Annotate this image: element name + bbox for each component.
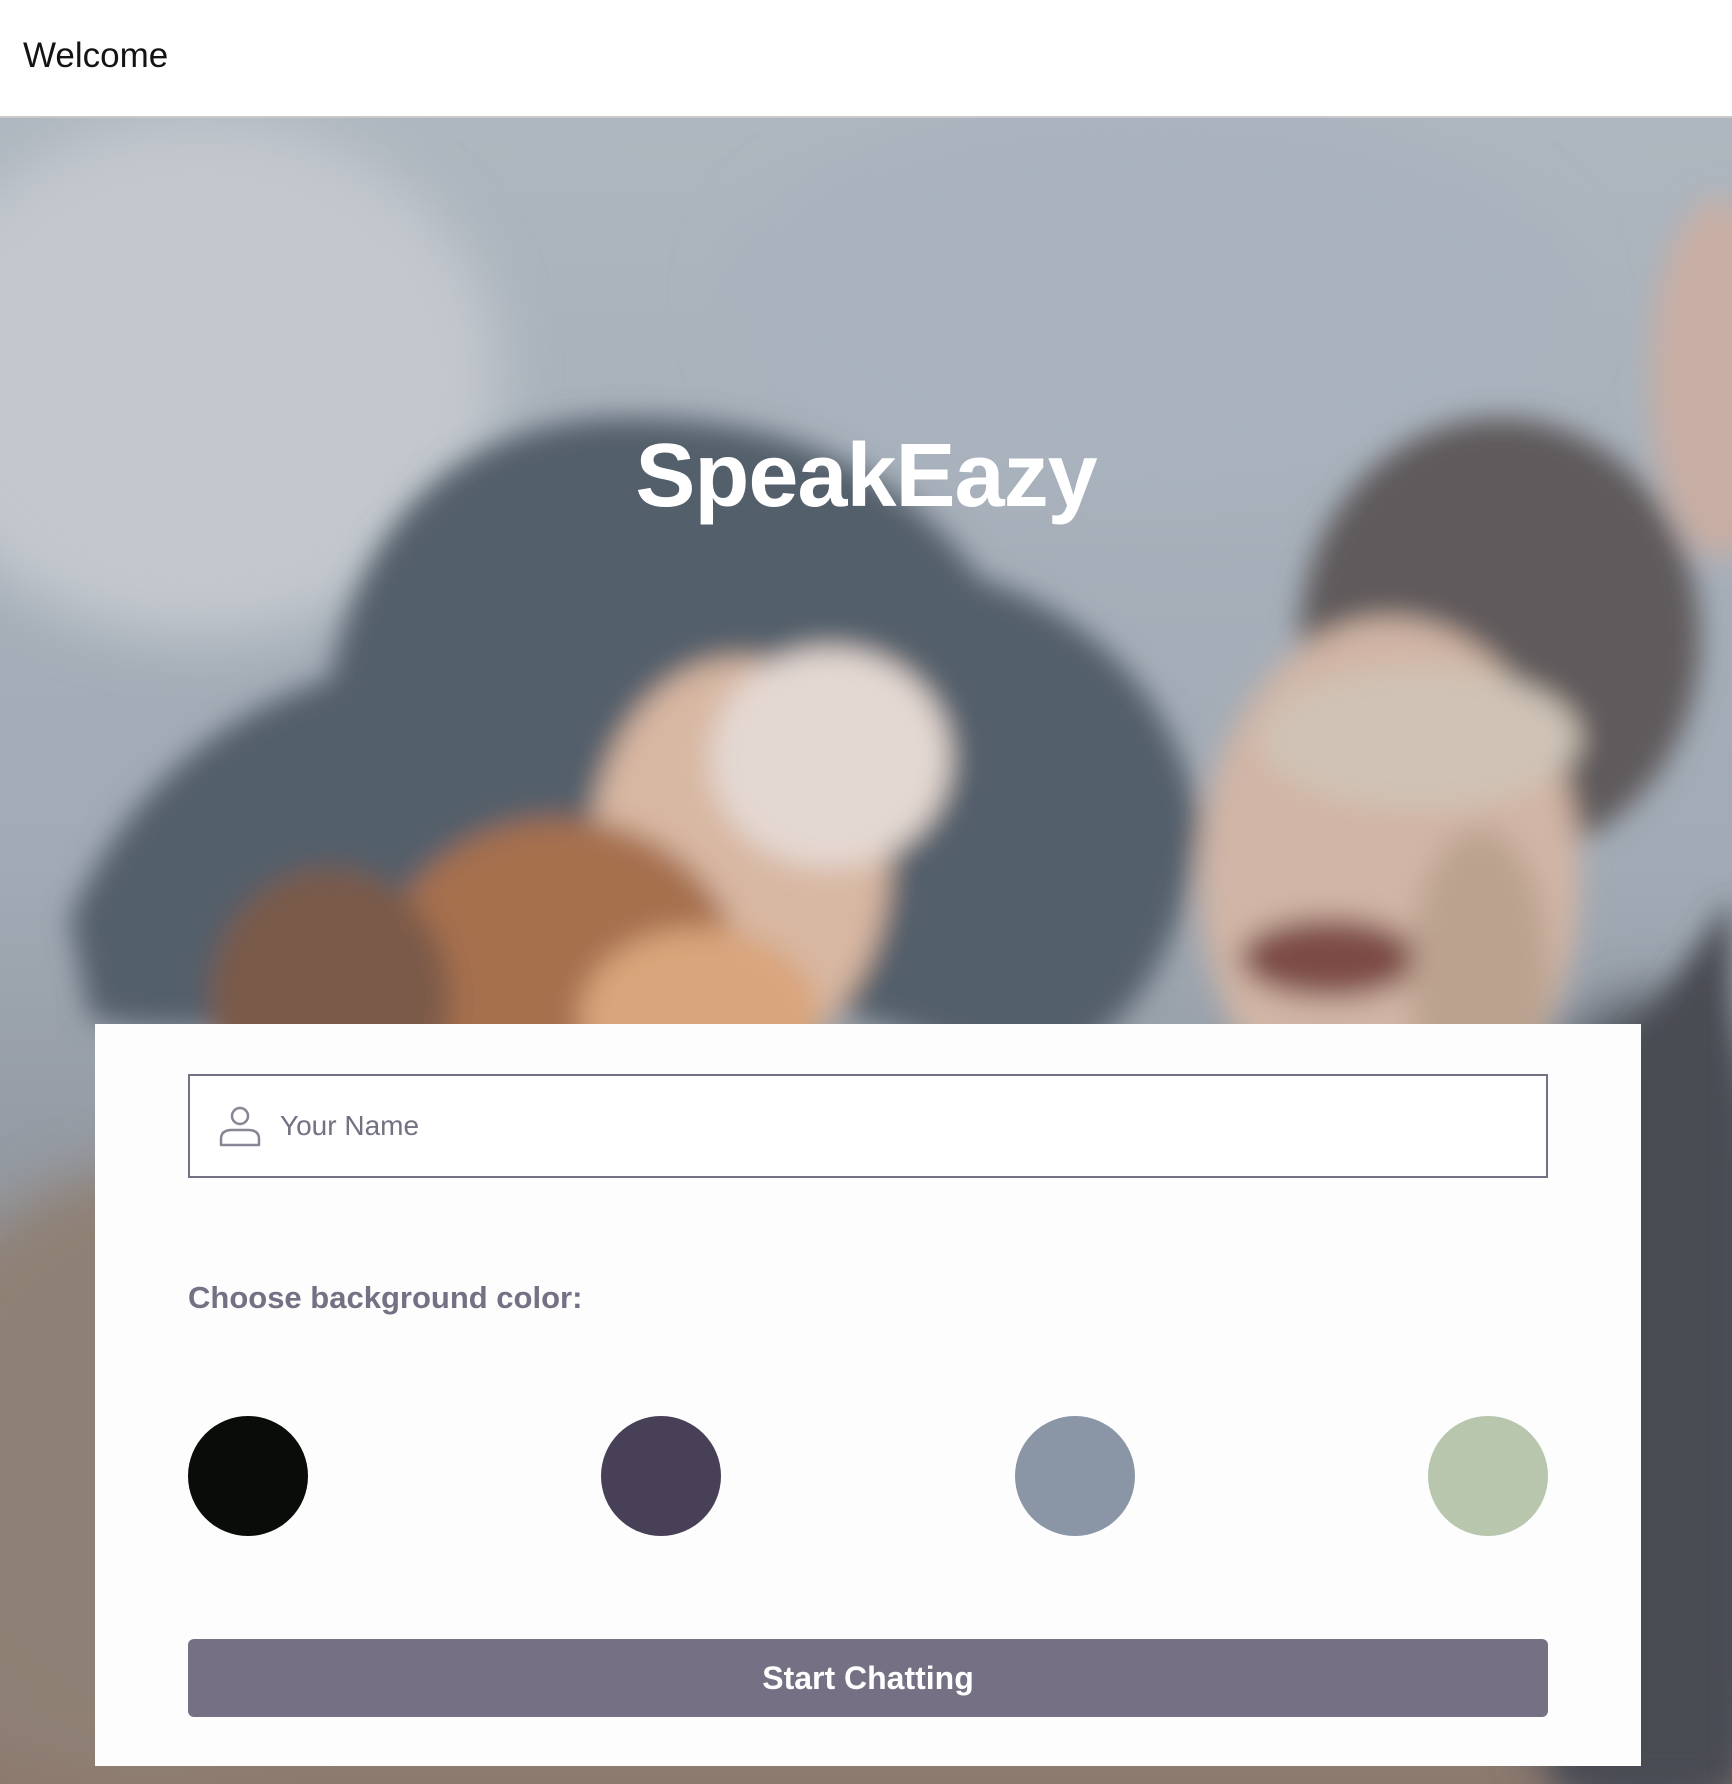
color-swatch-3[interactable] <box>1015 1416 1135 1536</box>
name-field[interactable] <box>188 1074 1548 1178</box>
color-swatch-1[interactable] <box>188 1416 308 1536</box>
name-input[interactable] <box>280 1076 1530 1176</box>
header-title: Welcome <box>23 36 169 75</box>
app-title: SpeakEazy <box>635 426 1097 526</box>
color-label: Choose background color: <box>188 1280 583 1315</box>
start-form-card: Choose background color: Start Chatting <box>95 1024 1641 1766</box>
welcome-screen: Welcome SpeakEazy Your Name Choose backg… <box>0 0 1732 1784</box>
navigation-header: Welcome <box>0 0 1732 118</box>
start-chatting-button[interactable]: Start Chatting <box>188 1639 1548 1717</box>
color-swatch-4[interactable] <box>1428 1416 1548 1536</box>
person-icon <box>219 1106 261 1147</box>
color-swatch-2[interactable] <box>601 1416 721 1536</box>
